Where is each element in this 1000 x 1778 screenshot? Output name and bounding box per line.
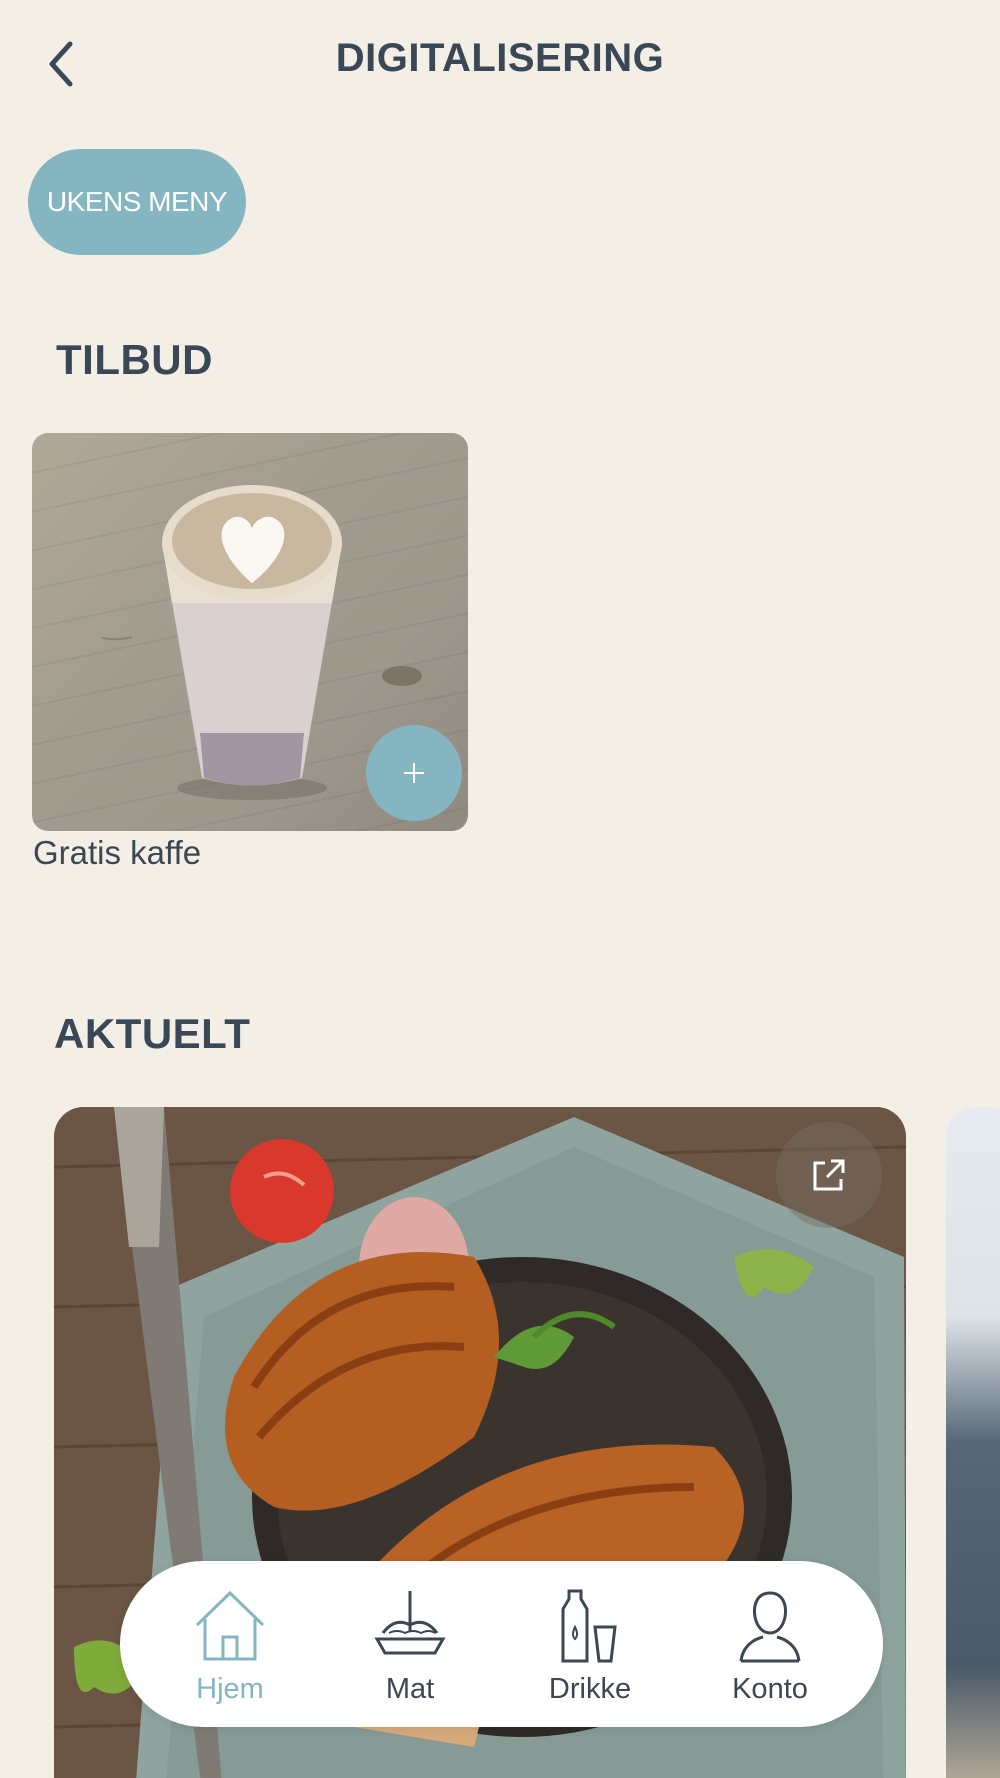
page-title: DIGITALISERING <box>335 36 665 80</box>
tab-mat[interactable]: Mat <box>320 1561 500 1727</box>
section-title-tilbud: TILBUD <box>56 336 213 383</box>
plus-icon <box>404 763 424 783</box>
food-bowl-icon <box>374 1591 446 1655</box>
bottom-tab-bar: Hjem Mat Drikke Konto <box>120 1561 883 1727</box>
tab-hjem[interactable]: Hjem <box>140 1561 320 1727</box>
home-icon <box>195 1590 265 1661</box>
news-card-next[interactable] <box>946 1107 1000 1778</box>
tab-label-konto: Konto <box>732 1673 808 1705</box>
section-title-aktuelt: AKTUELT <box>54 1010 251 1057</box>
open-external-button[interactable] <box>776 1122 882 1228</box>
tab-label-drikke: Drikke <box>548 1673 632 1705</box>
tab-konto[interactable]: Konto <box>680 1561 860 1727</box>
tab-label-mat: Mat <box>385 1673 435 1705</box>
drink-bottle-icon <box>561 1589 617 1663</box>
tab-label-hjem: Hjem <box>196 1673 264 1705</box>
add-offer-button[interactable] <box>366 725 462 821</box>
ukens-meny-button[interactable]: UKENS MENY <box>28 149 246 255</box>
person-icon <box>739 1591 801 1663</box>
external-link-icon <box>813 1159 845 1191</box>
offer-name: Gratis kaffe <box>33 834 202 871</box>
header-bar: DIGITALISERING <box>0 0 1000 120</box>
tab-drikke[interactable]: Drikke <box>500 1561 680 1727</box>
